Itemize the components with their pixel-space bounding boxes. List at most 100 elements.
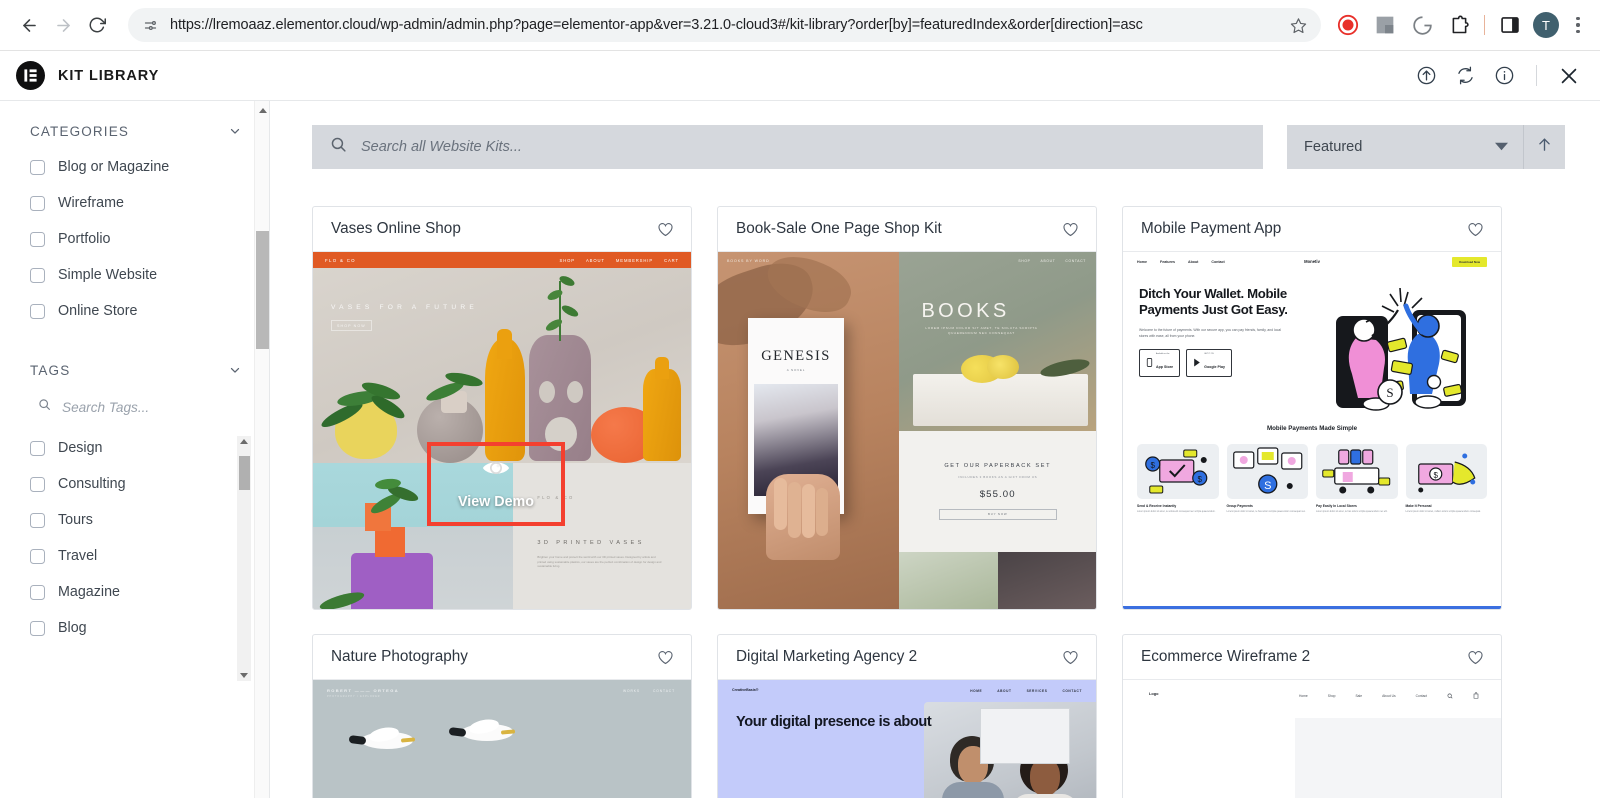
kit-card[interactable]: Nature Photography ROBERT ——— ORTEGA PHO… [312,634,692,798]
browser-forward-button[interactable] [46,8,80,42]
scroll-down-arrow-icon[interactable] [240,673,248,678]
checkbox[interactable] [30,231,45,247]
kit-title: Book-Sale One Page Shop Kit [736,220,942,237]
heart-outline-icon[interactable] [1466,648,1484,666]
kit-card[interactable]: Vases Online Shop FLO & CO SHOP ABOUT ME… [312,206,692,610]
preview-navbar: FLO & CO SHOP ABOUT MEMBERSHIP CART [313,252,691,268]
preview-menu-item: ABOUT [997,689,1012,693]
grammarly-extension-icon[interactable] [1408,11,1436,39]
sidebar-item-label: Blog [58,620,87,636]
checkbox[interactable] [30,476,45,492]
kit-thumbnail[interactable]: ROBERT ——— ORTEGA PHOTOGRAPHY / EXPLORER… [313,680,691,798]
tags-section-header[interactable]: TAGS [30,362,243,378]
browser-reload-button[interactable] [80,8,114,42]
kit-card[interactable]: Book-Sale One Page Shop Kit BOOKS BY WOR… [717,206,1097,610]
preview-menu: Home Shop Sale About Us Contact [1299,692,1479,700]
side-panel-icon[interactable] [1496,11,1524,39]
search-icon [38,398,51,416]
record-extension-icon[interactable] [1334,11,1362,39]
kit-card[interactable]: Ecommerce Wireframe 2 Logo Home Shop Sal… [1122,634,1502,798]
kit-thumbnail[interactable]: Logo Home Shop Sale About Us Contact [1123,680,1501,798]
square-extension-icon[interactable] [1371,11,1399,39]
chevron-down-icon[interactable] [1495,138,1508,156]
info-icon[interactable] [1491,63,1517,89]
search-input[interactable]: Search all Website Kits... [312,125,1263,169]
checkbox[interactable] [30,584,45,600]
preview-feature-cards: $ $ Send & Receive Instantly Lorem ipsum… [1123,432,1501,514]
heart-outline-icon[interactable] [1061,220,1079,238]
kit-thumbnail[interactable]: FLO & CO SHOP ABOUT MEMBERSHIP CART VASE… [313,252,691,609]
badge-big-text: App Store [1156,364,1174,369]
three-dot-menu-icon[interactable] [1568,16,1588,34]
feature-body: Lorem ipsum dolor sit amet, te has solum… [1226,510,1306,513]
preview-brand: FLO & CO [325,257,356,263]
feature-title: Group Payments [1226,504,1253,508]
sidebar-item-travel[interactable]: Travel [30,548,243,564]
sidebar-scrollbar[interactable] [254,101,269,798]
scrollbar-thumb[interactable] [238,456,250,490]
checkbox[interactable] [30,159,45,175]
sort-dropdown[interactable]: Featured [1287,125,1523,169]
preview-menu-item: SHOP [559,257,575,263]
checkbox[interactable] [30,440,45,456]
kit-thumbnail[interactable]: CreativeBasis® HOME ABOUT SERVICES CONTA… [718,680,1096,798]
checkbox[interactable] [30,620,45,636]
ecommerce-wireframe-preview: Logo Home Shop Sale About Us Contact [1123,680,1501,798]
preview-menu-item: CART [664,257,679,263]
tag-search-placeholder: Search Tags... [62,399,150,415]
feature-title: Make It Personal [1405,504,1432,508]
sidebar-item-tours[interactable]: Tours [30,512,243,528]
sidebar-item-blog[interactable]: Blog [30,620,243,636]
browser-back-button[interactable] [12,8,46,42]
preview-headline: BOOKS [921,300,1010,322]
scroll-up-arrow-icon[interactable] [258,108,267,113]
svg-text:S: S [1264,480,1271,492]
close-icon[interactable] [1556,63,1582,89]
preview-brand-block: ROBERT ——— ORTEGA PHOTOGRAPHY / EXPLORER [327,688,399,698]
tag-list-scrollbar[interactable] [237,436,251,681]
sort-direction-button[interactable] [1523,125,1565,169]
kit-card-header: Vases Online Shop [313,207,691,252]
preview-menu: HOME ABOUT SERVICES CONTACT [970,689,1082,693]
tag-search-input[interactable]: Search Tags... [38,398,243,416]
puzzle-extensions-icon[interactable] [1445,11,1473,39]
kit-thumbnail[interactable]: BOOKS BY WORD GENESIS A NOVEL SHOP ABOUT… [718,252,1096,609]
sidebar-item-simple-website[interactable]: Simple Website [30,267,243,283]
view-demo-button[interactable]: View Demo [427,442,565,526]
profile-avatar[interactable]: T [1533,12,1559,38]
sidebar-item-blog-or-magazine[interactable]: Blog or Magazine [30,159,243,175]
sidebar-item-portfolio[interactable]: Portfolio [30,231,243,247]
heart-outline-icon[interactable] [656,220,674,238]
star-bookmark-icon[interactable] [1287,14,1309,36]
heart-outline-icon[interactable] [1061,648,1079,666]
feature-body: Lorem ipsum dolor sit amet, nullam solum… [1405,510,1481,513]
checkbox[interactable] [30,548,45,564]
address-bar[interactable]: https://lremoaaz.elementor.cloud/wp-admi… [128,8,1321,42]
heart-outline-icon[interactable] [656,648,674,666]
upload-icon[interactable] [1413,63,1439,89]
checkbox[interactable] [30,303,45,319]
preview-menu-item: Contact [1415,694,1427,698]
heart-outline-icon[interactable] [1466,220,1484,238]
sidebar-item-consulting[interactable]: Consulting [30,476,243,492]
checkbox[interactable] [30,512,45,528]
kit-thumbnail[interactable]: Home Features About Contact Monetiv Down… [1123,252,1501,609]
checkbox[interactable] [30,195,45,211]
sidebar-item-wireframe[interactable]: Wireframe [30,195,243,211]
kit-card[interactable]: Digital Marketing Agency 2 CreativeBasis… [717,634,1097,798]
preview-menu-item: Home [1298,694,1308,698]
checkbox[interactable] [30,267,45,283]
chevron-down-icon[interactable] [227,123,243,139]
site-settings-icon[interactable] [139,14,161,36]
scrollbar-thumb[interactable] [256,231,269,349]
scroll-up-arrow-icon[interactable] [240,439,248,444]
chevron-down-icon[interactable] [227,362,243,378]
kit-card[interactable]: Mobile Payment App Home Features About C… [1122,206,1502,610]
sidebar-item-magazine[interactable]: Magazine [30,584,243,600]
sidebar-item-online-store[interactable]: Online Store [30,303,243,319]
categories-section-header[interactable]: CATEGORIES [30,123,243,139]
preview-brand-sub: PHOTOGRAPHY / EXPLORER [327,695,381,698]
sync-icon[interactable] [1452,63,1478,89]
sidebar-item-design[interactable]: Design [30,440,243,456]
swan-neck [448,726,467,738]
